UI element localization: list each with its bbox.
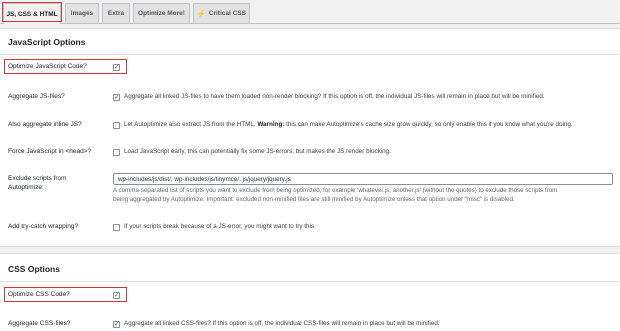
exclude-scripts-input[interactable]: wp-includes/js/dist/, wp-includes/js/tin… — [113, 173, 613, 185]
inline-js-checkbox[interactable] — [113, 122, 120, 129]
section-divider — [0, 54, 620, 55]
optimize-css-label: Optimize CSS Code? — [8, 291, 70, 298]
inline-js-desc-pre: Let Autoptimize also extract JS from the… — [124, 121, 256, 128]
aggregate-js-label: Aggregate JS-files? — [8, 93, 65, 100]
force-js-head-checkbox[interactable] — [113, 149, 120, 156]
inline-js-desc-post: this can make Autoptimize's cache size g… — [286, 121, 573, 128]
tab-optimize-more[interactable]: Optimize More! — [133, 3, 190, 23]
tab-label: Images — [70, 10, 94, 17]
css-options-panel: CSS Options Optimize CSS Code? Aggregate… — [0, 253, 620, 331]
tab-label: Optimize More! — [138, 10, 185, 17]
settings-tabs: JS, CSS & HTML Images Extra Optimize Mor… — [0, 0, 620, 24]
aggregate-css-checkbox[interactable] — [113, 320, 120, 328]
tab-critical-css[interactable]: ⚡ Critical CSS — [193, 3, 250, 23]
tab-extra[interactable]: Extra — [102, 3, 130, 23]
force-js-head-label: Force JavaScript in <head>? — [8, 148, 92, 155]
exclude-scripts-label-line2: Autoptimize: — [8, 183, 44, 191]
optimize-css-checkbox[interactable] — [113, 291, 120, 299]
inline-js-description: Let Autoptimize also extract JS from the… — [124, 121, 573, 128]
section-title-javascript: JavaScript Options — [8, 37, 86, 47]
aggregate-js-checkbox[interactable] — [113, 93, 120, 101]
try-catch-checkbox[interactable] — [113, 224, 120, 231]
exclude-scripts-help-line2: being aggregated by Autoptimize. Importa… — [113, 196, 515, 203]
optimize-js-checkbox[interactable] — [113, 63, 120, 71]
try-catch-label: Add try-catch wrapping? — [8, 223, 79, 230]
aggregate-js-description: Aggregate all linked JS-files to have th… — [124, 93, 545, 100]
section-title-css: CSS Options — [8, 264, 60, 274]
tab-label: JS, CSS & HTML — [6, 10, 58, 18]
section-divider — [0, 281, 620, 282]
exclude-scripts-help-line1: A comma-separated list of scripts you wa… — [113, 187, 558, 194]
try-catch-description: If your scripts break because of a JS-er… — [124, 223, 316, 230]
aggregate-css-description: Aggregate all linked CSS-files? If this … — [124, 320, 440, 327]
exclude-scripts-label: Exclude scripts from Autoptimize: — [8, 175, 67, 192]
lightning-bolt-icon: ⚡ — [197, 10, 206, 18]
exclude-scripts-label-line1: Exclude scripts from — [8, 175, 67, 182]
inline-js-warning: Warning: — [257, 121, 285, 128]
javascript-options-panel: JavaScript Options Optimize JavaScript C… — [0, 28, 620, 247]
optimize-js-label: Optimize JavaScript Code? — [8, 63, 87, 70]
tab-label: Extra — [107, 10, 125, 17]
inline-js-label: Also aggregate inline JS? — [8, 121, 82, 128]
tab-label: Critical CSS — [208, 10, 246, 17]
tab-images[interactable]: Images — [65, 3, 99, 23]
aggregate-css-label: Aggregate CSS-files? — [8, 320, 71, 327]
tab-js-css-html[interactable]: JS, CSS & HTML — [3, 3, 61, 24]
force-js-head-description: Load JavaScript early, this can potentia… — [124, 148, 391, 155]
